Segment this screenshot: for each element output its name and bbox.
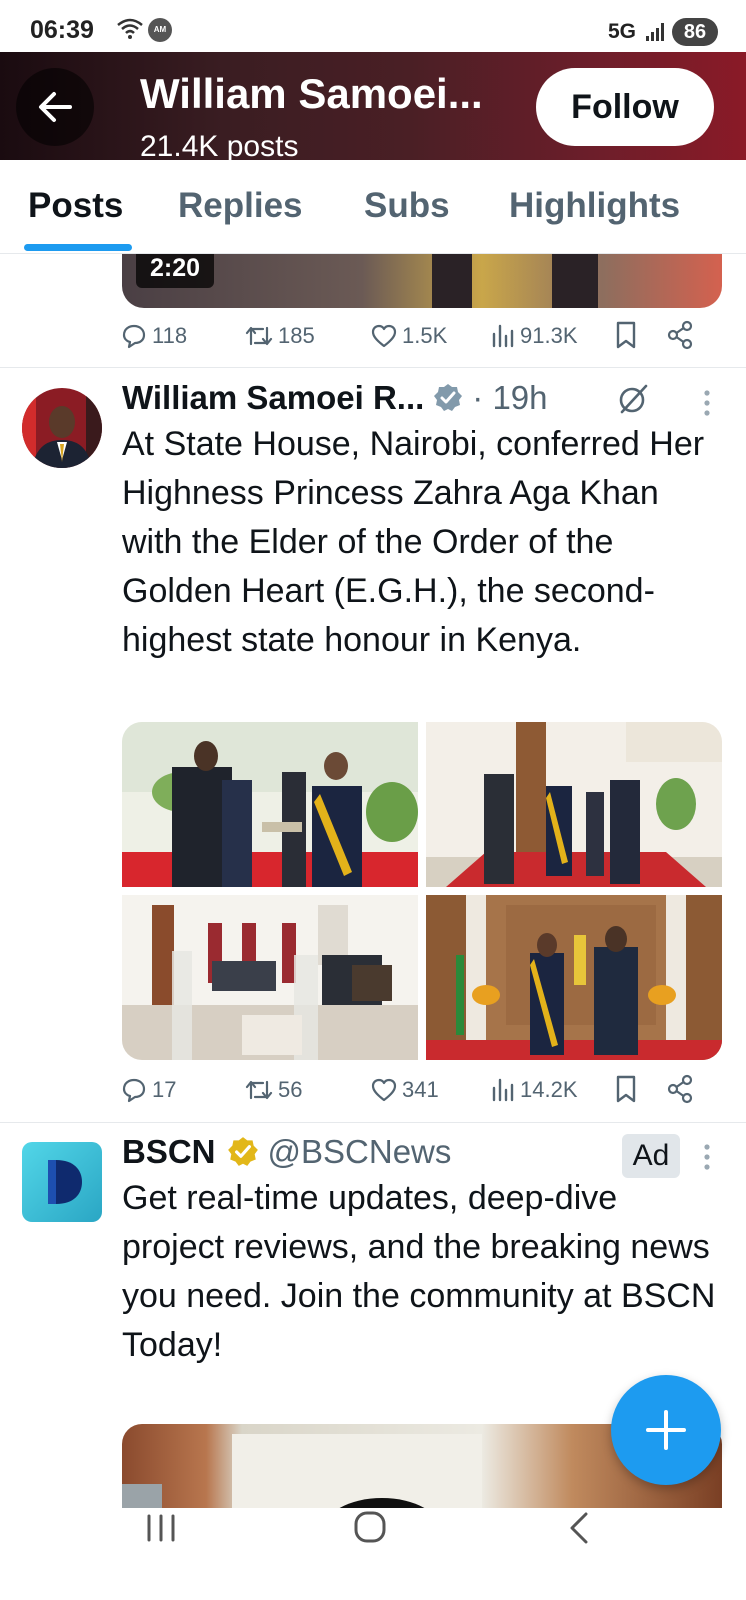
author-avatar[interactable] — [22, 388, 102, 468]
system-navigation-bar — [0, 1508, 746, 1600]
reply-count: 17 — [152, 1077, 177, 1102]
profile-tabs: Posts Replies Subs Highlights — [0, 160, 746, 254]
view-count: 14.2K — [520, 1077, 578, 1102]
author-name[interactable]: William Samoei R... — [122, 379, 424, 417]
ad-text: Get real-time updates, deep-dive project… — [122, 1179, 716, 1364]
follow-button[interactable]: Follow — [536, 68, 714, 146]
advertiser-handle[interactable]: @BSCNews — [268, 1133, 452, 1171]
ad-badge: Ad — [622, 1134, 680, 1178]
status-bar: 06:39 AM EX 5G 86 — [0, 0, 746, 58]
like-count: 1.5K — [402, 323, 448, 348]
clock: 06:39 — [30, 16, 94, 44]
post-actions: 17 56 341 14.2K — [0, 1070, 746, 1110]
repost-count: 56 — [278, 1077, 303, 1102]
battery-level: 86 — [672, 18, 718, 46]
active-tab-indicator — [24, 244, 132, 251]
timeline[interactable]: 2:20 118 185 1.5K 91.3K William Samoei R… — [0, 254, 746, 1508]
network-type: 5G — [608, 20, 637, 43]
share-icon[interactable] — [666, 1074, 694, 1104]
post-count: 21.4K posts — [140, 130, 299, 160]
repost-icon — [245, 326, 273, 346]
heart-icon — [371, 1078, 397, 1102]
ad-header: BSCN @BSCNews — [122, 1130, 451, 1174]
reply-icon — [122, 1078, 146, 1103]
previous-post-actions: 118 185 1.5K 91.3K — [0, 316, 746, 356]
post-header: William Samoei R... · 19h — [122, 376, 548, 420]
profile-header: William Samoei... 21.4K posts Follow — [0, 52, 746, 160]
like-button[interactable]: 341 — [370, 1070, 439, 1110]
compose-button[interactable] — [611, 1375, 721, 1485]
video-duration: 2:20 — [136, 254, 214, 288]
verified-badge-icon — [434, 384, 463, 411]
tab-subs[interactable]: Subs — [364, 186, 450, 226]
verified-gold-badge-icon — [227, 1137, 258, 1166]
repost-count: 185 — [278, 323, 315, 348]
tab-replies[interactable]: Replies — [178, 186, 303, 226]
analytics-icon — [492, 1078, 514, 1102]
post-divider — [0, 367, 746, 368]
tab-highlights[interactable]: Highlights — [509, 186, 680, 226]
tab-posts[interactable]: Posts — [28, 186, 123, 226]
view-count: 91.3K — [520, 323, 578, 348]
back-nav-icon[interactable] — [566, 1510, 592, 1546]
bookmark-icon[interactable] — [614, 320, 638, 350]
like-button[interactable]: 1.5K — [370, 316, 447, 356]
post-photo-4[interactable] — [426, 895, 722, 1060]
recent-apps-icon[interactable] — [144, 1510, 178, 1546]
reply-icon — [122, 324, 146, 349]
post-photo-grid — [122, 722, 722, 1060]
post-text: At State House, Nairobi, conferred Her H… — [122, 425, 705, 659]
post-time: · 19h — [472, 379, 548, 416]
amex-icon: AM EX — [148, 18, 172, 58]
reply-count: 118 — [152, 323, 188, 348]
views-button[interactable]: 14.2K — [490, 1070, 578, 1110]
wifi-icon — [117, 18, 143, 39]
plus-icon — [646, 1410, 686, 1450]
more-options-icon[interactable] — [700, 1142, 714, 1172]
post-photo-2[interactable] — [426, 722, 722, 887]
back-button[interactable] — [16, 68, 94, 146]
repost-button[interactable]: 185 — [244, 316, 315, 356]
like-count: 341 — [402, 1077, 439, 1102]
arrow-left-icon — [39, 92, 72, 122]
repost-icon — [245, 1080, 273, 1100]
profile-name: William Samoei... — [140, 70, 483, 117]
analytics-icon — [492, 324, 514, 348]
post-photo-1[interactable] — [122, 722, 418, 887]
post-divider — [0, 1122, 746, 1123]
more-options-icon[interactable] — [700, 388, 714, 418]
advertiser-avatar[interactable] — [22, 1142, 102, 1222]
views-button[interactable]: 91.3K — [490, 316, 578, 356]
repost-button[interactable]: 56 — [244, 1070, 302, 1110]
bookmark-icon[interactable] — [614, 1074, 638, 1104]
grok-icon[interactable] — [616, 382, 650, 416]
reply-button[interactable]: 118 — [120, 316, 187, 356]
post-photo-3[interactable] — [122, 895, 418, 1060]
advertiser-name[interactable]: BSCN — [122, 1133, 216, 1171]
signal-icon — [646, 23, 664, 41]
heart-icon — [371, 324, 397, 348]
share-icon[interactable] — [666, 320, 694, 350]
home-icon[interactable] — [352, 1508, 388, 1546]
reply-button[interactable]: 17 — [120, 1070, 176, 1110]
